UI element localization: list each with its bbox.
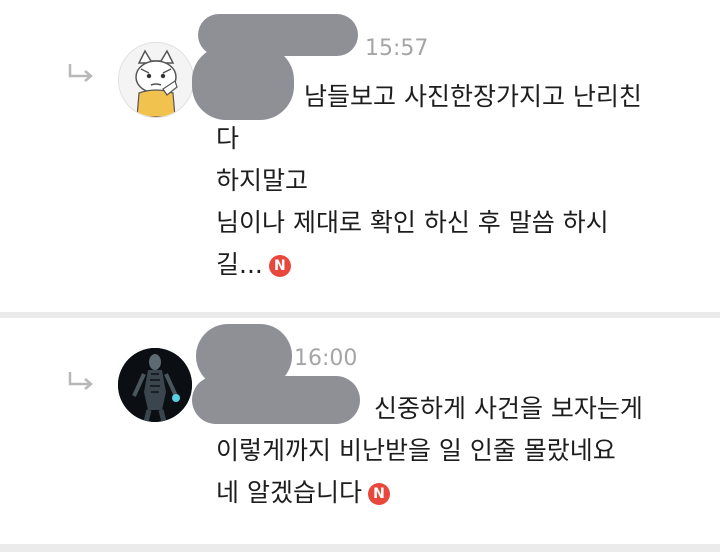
reply-arrow-icon xyxy=(68,372,93,390)
comment-time: 15:57 xyxy=(365,36,429,61)
new-badge: N xyxy=(367,483,390,505)
comment-text-line: 하지말고 xyxy=(216,166,309,195)
comment-text-line: 신중하게 사건을 보자는게 xyxy=(374,394,643,423)
redacted-username-overflow xyxy=(192,46,294,120)
comment-last-line: 네 알겠습니다 N xyxy=(216,478,390,508)
comment-reply-2: 16:00 신중하게 사건을 보자는게 이렇게까지 비난받을 일 인줄 몰랐네요… xyxy=(0,318,720,544)
new-badge: N xyxy=(268,255,291,277)
comment-text-line: 다 xyxy=(216,124,240,153)
avatar[interactable] xyxy=(118,42,194,118)
comment-last-line: 길... N xyxy=(216,250,291,280)
redacted-username-overflow xyxy=(192,376,360,424)
comment-reply-1: 15:57 남들보고 사진한장가지고 난리친 다 하지말고 님이나 제대로 확인… xyxy=(0,0,720,312)
dark-figure-avatar-icon xyxy=(118,348,192,422)
comment-text-line: 길... xyxy=(216,250,263,279)
reply-arrow-icon xyxy=(68,64,93,82)
comment-time: 16:00 xyxy=(294,346,358,371)
comment-divider xyxy=(0,544,720,552)
cartoon-cat-avatar-icon xyxy=(119,43,193,117)
avatar[interactable] xyxy=(118,348,192,422)
comment-text-line: 남들보고 사진한장가지고 난리친 xyxy=(304,82,642,111)
comment-text-line: 님이나 제대로 확인 하신 후 말씀 하시 xyxy=(216,208,609,237)
comment-text-line: 이렇게까지 비난받을 일 인줄 몰랐네요 xyxy=(216,436,616,465)
comment-text-line: 네 알겠습니다 xyxy=(216,478,362,507)
